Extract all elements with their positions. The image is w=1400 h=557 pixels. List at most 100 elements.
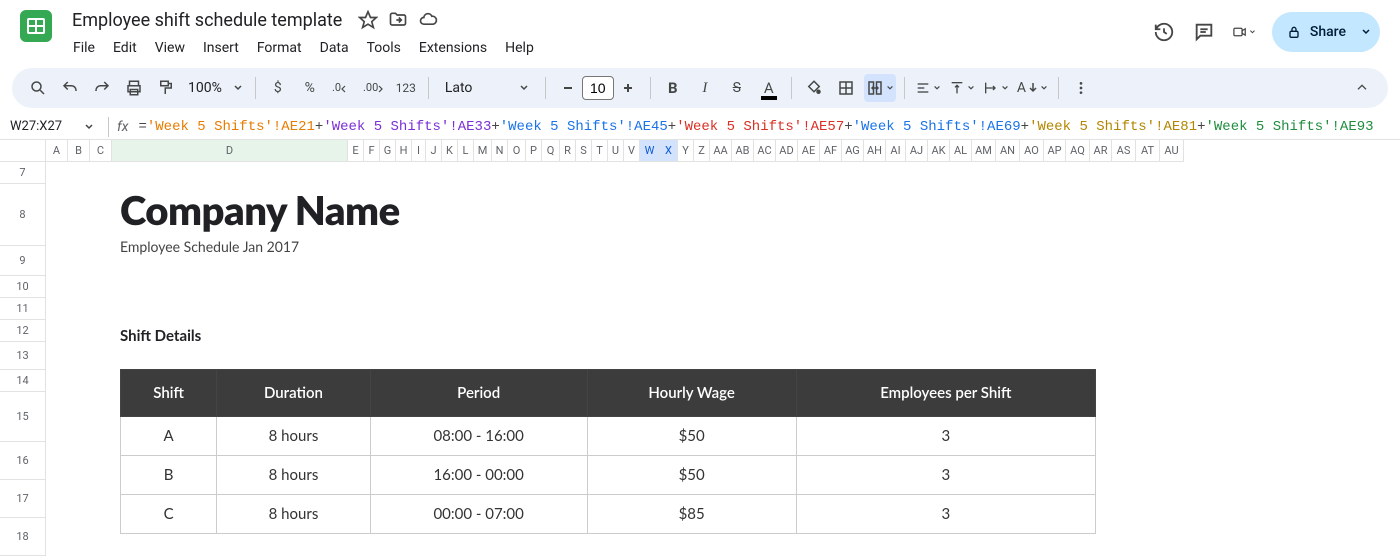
column-header[interactable]: AE <box>798 140 820 161</box>
meet-icon[interactable] <box>1232 20 1256 44</box>
row-header[interactable]: 15 <box>0 392 46 442</box>
row-header[interactable]: 18 <box>0 518 46 556</box>
document-title[interactable]: Employee shift schedule template <box>66 9 348 32</box>
format-currency-button[interactable]: $ <box>264 74 292 102</box>
column-header[interactable]: B <box>68 140 90 161</box>
sheets-logo-icon[interactable] <box>16 6 56 46</box>
horizontal-align-button[interactable] <box>913 74 943 102</box>
column-header[interactable]: R <box>560 140 576 161</box>
menu-extensions[interactable]: Extensions <box>412 36 494 60</box>
column-header[interactable]: F <box>364 140 380 161</box>
column-header[interactable]: AR <box>1090 140 1112 161</box>
column-header[interactable]: E <box>348 140 364 161</box>
column-header[interactable]: V <box>624 140 640 161</box>
increase-decimal-icon[interactable]: .00 <box>360 74 388 102</box>
row-header[interactable]: 7 <box>0 162 46 184</box>
text-rotation-button[interactable]: A <box>1015 74 1050 102</box>
row-header[interactable]: 11 <box>0 298 46 320</box>
italic-button[interactable]: I <box>691 74 719 102</box>
column-header[interactable]: AN <box>996 140 1020 161</box>
select-all-corner[interactable] <box>0 140 46 162</box>
column-header[interactable]: AI <box>886 140 906 161</box>
menu-view[interactable]: View <box>148 36 192 60</box>
column-header[interactable]: AA <box>710 140 732 161</box>
format-percent-button[interactable]: % <box>296 74 324 102</box>
format-123-button[interactable]: 123 <box>392 74 420 102</box>
column-header[interactable]: G <box>380 140 396 161</box>
fontsize-input[interactable] <box>582 76 614 100</box>
column-header[interactable]: H <box>396 140 412 161</box>
column-header[interactable]: AM <box>972 140 996 161</box>
column-header[interactable]: L <box>458 140 474 161</box>
column-header[interactable]: S <box>576 140 592 161</box>
column-header[interactable]: Q <box>542 140 560 161</box>
column-header[interactable]: AF <box>820 140 842 161</box>
menu-edit[interactable]: Edit <box>106 36 144 60</box>
decrease-decimal-icon[interactable]: .0 <box>328 74 356 102</box>
menu-format[interactable]: Format <box>250 36 309 60</box>
column-header[interactable]: Z <box>694 140 710 161</box>
formula-input[interactable]: ='Week 5 Shifts'!AE21+'Week 5 Shifts'!AE… <box>138 119 1373 135</box>
column-header[interactable]: I <box>412 140 426 161</box>
history-icon[interactable] <box>1152 20 1176 44</box>
search-menu-icon[interactable] <box>24 74 52 102</box>
column-header[interactable]: D <box>112 140 348 161</box>
text-color-button[interactable]: A <box>755 74 783 102</box>
column-header[interactable]: AP <box>1044 140 1066 161</box>
row-header[interactable]: 14 <box>0 370 46 392</box>
zoom-select[interactable]: 100% <box>184 80 247 96</box>
column-header[interactable]: M <box>474 140 492 161</box>
column-header[interactable]: AH <box>864 140 886 161</box>
comment-icon[interactable] <box>1192 20 1216 44</box>
undo-icon[interactable] <box>56 74 84 102</box>
fontsize-increase-button[interactable] <box>614 74 642 102</box>
share-dropdown[interactable] <box>1352 12 1380 52</box>
print-icon[interactable] <box>120 74 148 102</box>
row-header[interactable]: 16 <box>0 442 46 480</box>
fill-color-button[interactable] <box>800 74 828 102</box>
column-header[interactable]: X <box>660 140 678 161</box>
column-header[interactable]: AB <box>732 140 754 161</box>
column-header[interactable]: AC <box>754 140 776 161</box>
menu-tools[interactable]: Tools <box>360 36 408 60</box>
borders-button[interactable] <box>832 74 860 102</box>
collapse-toolbar-icon[interactable] <box>1348 74 1376 102</box>
column-header[interactable]: J <box>426 140 442 161</box>
spreadsheet-cells[interactable]: Company Name Employee Schedule Jan 2017 … <box>46 162 1400 556</box>
column-header[interactable]: AL <box>950 140 972 161</box>
row-header[interactable]: 17 <box>0 480 46 518</box>
vertical-align-button[interactable] <box>947 74 977 102</box>
column-header[interactable]: AO <box>1020 140 1044 161</box>
row-header[interactable]: 13 <box>0 342 46 370</box>
strikethrough-button[interactable]: S <box>723 74 751 102</box>
row-header[interactable]: 12 <box>0 320 46 342</box>
column-header[interactable]: AG <box>842 140 864 161</box>
column-header[interactable]: Y <box>678 140 694 161</box>
bold-button[interactable]: B <box>659 74 687 102</box>
font-select[interactable]: Lato <box>437 74 537 102</box>
menu-data[interactable]: Data <box>313 36 356 60</box>
column-header[interactable]: AT <box>1136 140 1160 161</box>
redo-icon[interactable] <box>88 74 116 102</box>
column-header[interactable]: AS <box>1112 140 1136 161</box>
column-header[interactable]: T <box>592 140 608 161</box>
column-header[interactable]: N <box>492 140 508 161</box>
column-header[interactable]: C <box>90 140 112 161</box>
menu-file[interactable]: File <box>66 36 102 60</box>
text-wrap-button[interactable] <box>981 74 1011 102</box>
row-header[interactable]: 10 <box>0 276 46 298</box>
column-header[interactable]: AU <box>1160 140 1184 161</box>
more-toolbar-icon[interactable] <box>1067 74 1095 102</box>
column-header[interactable]: AK <box>928 140 950 161</box>
row-header[interactable]: 9 <box>0 246 46 276</box>
share-button[interactable]: Share <box>1272 12 1364 52</box>
column-header[interactable]: P <box>526 140 542 161</box>
fontsize-decrease-button[interactable] <box>554 74 582 102</box>
menu-help[interactable]: Help <box>498 36 541 60</box>
column-header[interactable]: K <box>442 140 458 161</box>
column-header[interactable]: AJ <box>906 140 928 161</box>
merge-cells-button[interactable] <box>864 74 896 102</box>
move-icon[interactable] <box>388 10 408 30</box>
column-header[interactable]: O <box>508 140 526 161</box>
column-header[interactable]: U <box>608 140 624 161</box>
